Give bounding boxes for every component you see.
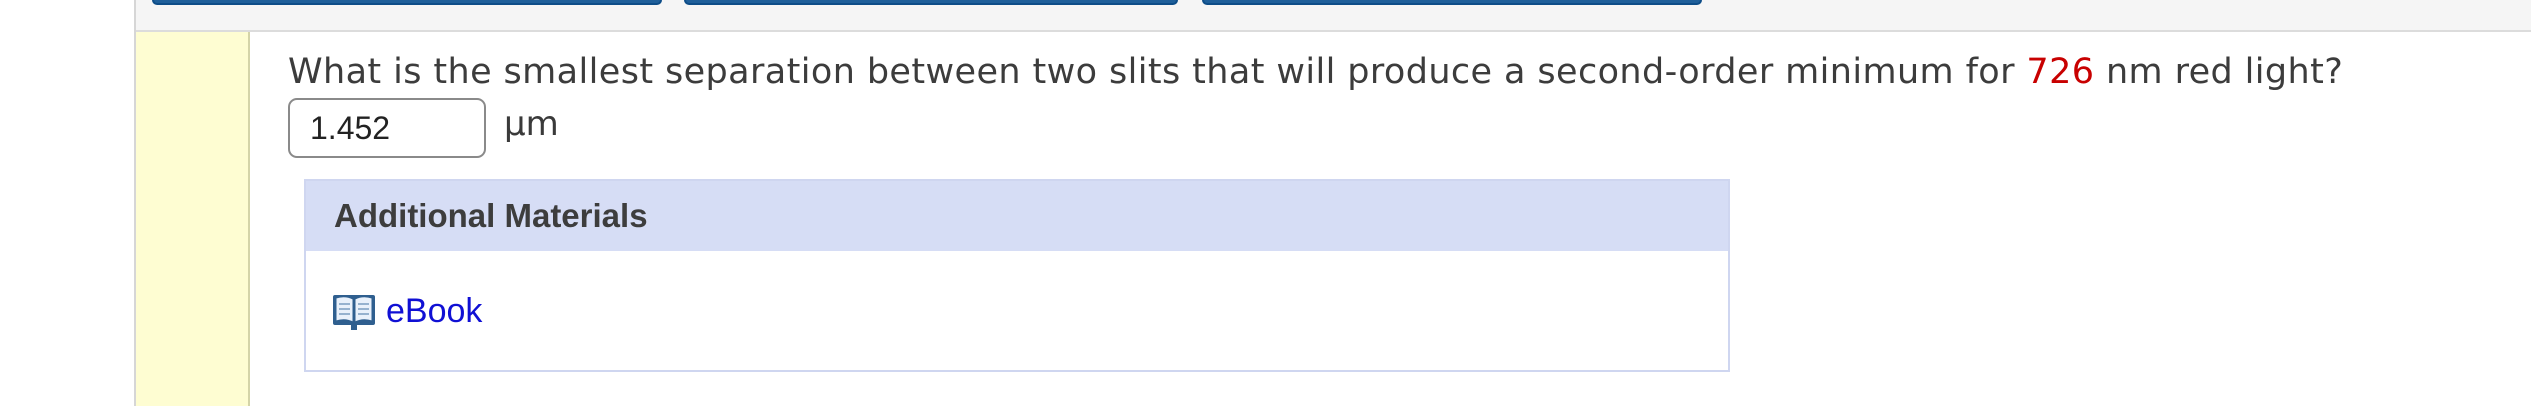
ebook-label: eBook <box>386 291 483 330</box>
given-value: 726 <box>2026 52 2095 92</box>
question-text: What is the smallest separation between … <box>288 52 2343 92</box>
question-text-after: nm red light? <box>2094 52 2344 92</box>
question-number-rail <box>136 32 250 406</box>
ebook-link[interactable]: eBook <box>332 291 482 331</box>
additional-materials-header: Additional Materials <box>306 181 1728 251</box>
question-text-before: What is the smallest separation between … <box>288 52 2027 92</box>
answer-unit: µm <box>504 104 559 144</box>
answer-input[interactable] <box>288 98 486 158</box>
open-book-icon <box>333 295 375 330</box>
additional-materials-panel: Additional Materials eBook <box>304 179 1730 372</box>
